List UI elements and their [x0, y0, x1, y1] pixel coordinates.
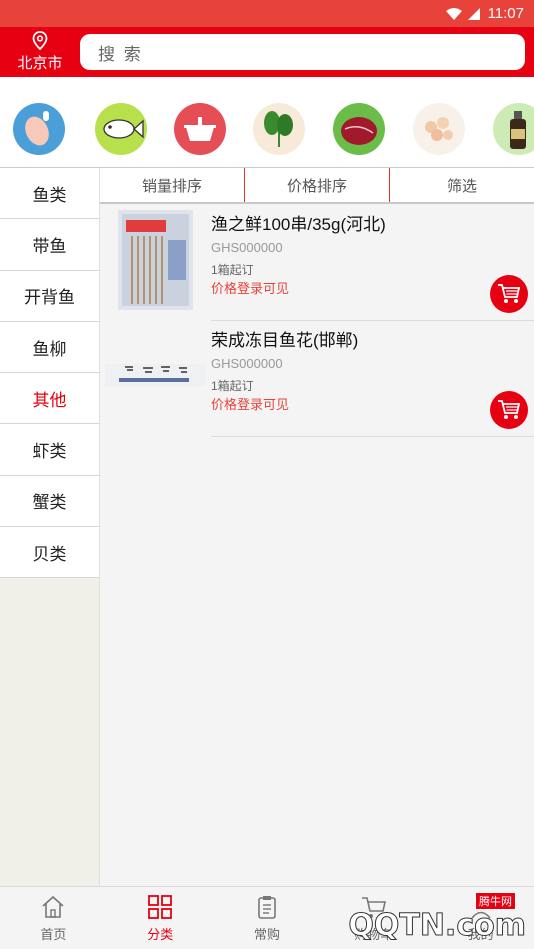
status-bar: 11:07	[0, 0, 534, 27]
product-title: 荣成冻目鱼花(邯郸)	[211, 331, 359, 350]
product-title: 渔之鲜100串/35g(河北)	[211, 215, 386, 234]
cart-icon	[498, 400, 521, 419]
product-price-note: 价格登录可见	[211, 397, 290, 412]
product-item[interactable]: 渔之鲜100串/35g(河北) GHS000000 1箱起订 价格登录可见	[100, 204, 534, 321]
tab-category[interactable]: 分类	[107, 887, 214, 949]
search-placeholder: 搜 索	[98, 44, 143, 64]
vegetable-icon[interactable]	[253, 103, 305, 155]
product-image	[105, 364, 205, 386]
product-code: GHS000000	[211, 356, 283, 371]
fish-icon[interactable]	[95, 103, 147, 155]
grid-icon	[148, 895, 173, 919]
sort-bar: 销量排序 价格排序 筛选	[100, 168, 534, 204]
location-label: 北京市	[17, 55, 63, 72]
watermark: 腾牛网 QQTN.com	[320, 890, 534, 949]
add-to-cart-button[interactable]	[490, 391, 528, 429]
chicken-leg-icon[interactable]	[13, 103, 65, 155]
search-input[interactable]: 搜 索	[80, 34, 525, 70]
signal-icon	[467, 7, 480, 20]
divider	[211, 436, 534, 437]
sort-by-sales[interactable]: 销量排序	[100, 168, 244, 202]
clipboard-icon	[258, 896, 276, 919]
product-price-note: 价格登录可见	[211, 281, 290, 296]
add-to-cart-button[interactable]	[490, 275, 528, 313]
product-code: GHS000000	[211, 240, 283, 255]
meat-icon[interactable]	[333, 103, 385, 155]
sidebar-item-shrimp[interactable]: 虾类	[0, 424, 99, 476]
cart-icon	[498, 284, 521, 303]
sort-by-price[interactable]: 价格排序	[244, 168, 389, 202]
sidebar-item-other[interactable]: 其他	[0, 373, 99, 425]
hotpot-icon[interactable]	[174, 103, 226, 155]
product-list-area: 销量排序 价格排序 筛选 渔之鲜100串/35g(河北) GHS000000 1…	[100, 168, 534, 886]
home-icon	[42, 895, 64, 918]
product-image	[118, 210, 193, 310]
tab-frequent[interactable]: 常购	[214, 887, 321, 949]
sidebar-item-split-fish[interactable]: 开背鱼	[0, 270, 99, 322]
sauce-bottle-icon[interactable]	[493, 103, 534, 155]
product-item[interactable]: 荣成冻目鱼花(邯郸) GHS000000 1箱起订 价格登录可见	[100, 320, 534, 437]
sidebar-item-fish-fillet[interactable]: 鱼柳	[0, 321, 99, 374]
sidebar-item-fish[interactable]: 鱼类	[0, 168, 99, 220]
watermark-text: QQTN.com	[348, 908, 527, 944]
product-moq: 1箱起订	[211, 379, 254, 393]
category-strip	[0, 77, 534, 168]
location-pin-icon	[32, 31, 48, 51]
status-time: 11:07	[487, 5, 524, 22]
sidebar-item-shellfish[interactable]: 贝类	[0, 527, 99, 579]
tab-home[interactable]: 首页	[0, 887, 107, 949]
location-selector[interactable]: 北京市	[0, 31, 80, 73]
product-moq: 1箱起订	[211, 263, 254, 277]
header: 北京市 搜 索	[0, 27, 534, 77]
shrimp-icon[interactable]	[413, 103, 465, 155]
category-sidebar: 鱼类 带鱼 开背鱼 鱼柳 其他 虾类 蟹类 贝类	[0, 168, 100, 886]
sidebar-item-crab[interactable]: 蟹类	[0, 475, 99, 528]
sidebar-item-hairtail[interactable]: 带鱼	[0, 219, 99, 271]
filter-button[interactable]: 筛选	[389, 168, 534, 202]
wifi-icon	[445, 7, 462, 20]
